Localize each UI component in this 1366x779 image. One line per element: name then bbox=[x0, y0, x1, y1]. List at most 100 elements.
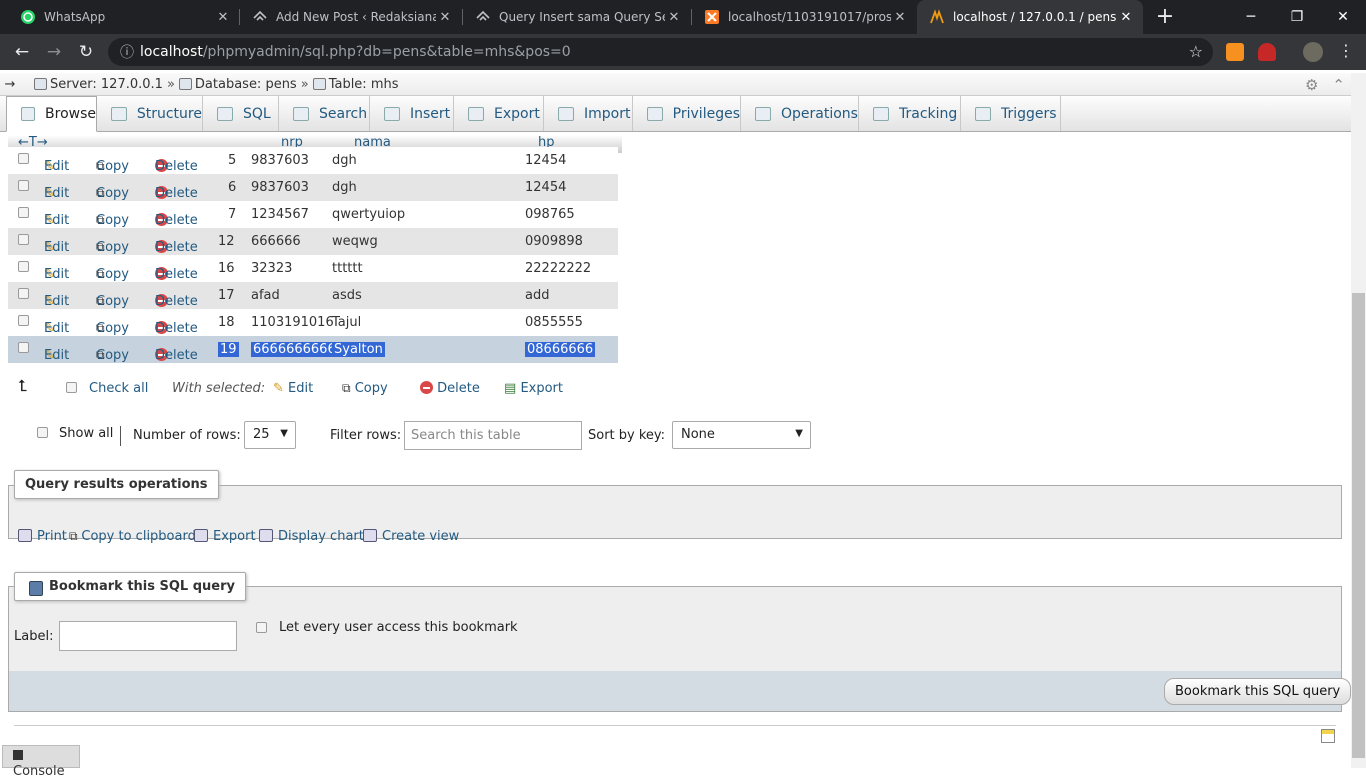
cell-nama[interactable]: dgh bbox=[332, 180, 357, 195]
cell-nrp[interactable]: 9837603 bbox=[251, 153, 309, 168]
address-bar[interactable]: ⓘ localhost/phpmyadmin/sql.php?db=pens&t… bbox=[108, 38, 1213, 66]
cell-nama[interactable]: asds bbox=[332, 288, 362, 303]
note-icon[interactable] bbox=[1321, 729, 1335, 743]
bulk-edit-button[interactable]: ✎ Edit bbox=[273, 381, 313, 396]
table-row[interactable]: ✎ Edit ⧉ Copy Delete 5 9837603 dgh 12454 bbox=[8, 147, 618, 174]
cell-id[interactable]: 7 bbox=[228, 207, 236, 222]
minimize-icon[interactable]: ─ bbox=[1228, 0, 1274, 34]
console-button[interactable]: Console bbox=[2, 745, 80, 779]
bulk-export-button[interactable]: ▤ Export bbox=[504, 381, 563, 396]
tab-whatsapp[interactable]: WhatsApp ✕ bbox=[8, 0, 240, 34]
tab-phpmyadmin[interactable]: localhost / 127.0.0.1 / pens / m ✕ bbox=[917, 0, 1143, 34]
cell-hp[interactable]: 12454 bbox=[525, 153, 566, 168]
bulk-delete-button[interactable]: Delete bbox=[420, 381, 480, 396]
cell-nama[interactable]: tttttt bbox=[332, 261, 363, 276]
row-checkbox[interactable] bbox=[18, 315, 29, 326]
tab-insert[interactable]: Insert bbox=[370, 96, 454, 131]
cell-id[interactable]: 12 bbox=[218, 234, 235, 249]
cell-hp[interactable]: 0909898 bbox=[525, 234, 583, 249]
cell-id[interactable]: 17 bbox=[218, 288, 235, 303]
breadcrumb-database[interactable]: Database: pens bbox=[195, 77, 297, 92]
scrollbar[interactable] bbox=[1351, 73, 1366, 768]
cell-nama[interactable]: weqwg bbox=[332, 234, 378, 249]
close-icon[interactable]: ✕ bbox=[214, 10, 232, 25]
every-user-label[interactable]: Let every user access this bookmark bbox=[279, 620, 518, 635]
cell-id[interactable]: 18 bbox=[218, 315, 235, 330]
row-checkbox[interactable] bbox=[18, 180, 29, 191]
row-checkbox[interactable] bbox=[18, 207, 29, 218]
info-icon[interactable]: ⓘ bbox=[114, 42, 140, 62]
collapse-arrow-icon[interactable]: → bbox=[0, 77, 20, 92]
back-icon[interactable]: ← bbox=[10, 40, 34, 64]
check-all-checkbox[interactable] bbox=[66, 382, 77, 393]
cell-nrp[interactable]: 32323 bbox=[251, 261, 292, 276]
cell-nrp[interactable]: 6666666666 bbox=[251, 342, 338, 357]
cell-id[interactable]: 19 bbox=[218, 342, 239, 357]
close-icon[interactable]: ✕ bbox=[891, 10, 909, 25]
cell-hp[interactable]: add bbox=[525, 288, 549, 303]
cell-hp[interactable]: 098765 bbox=[525, 207, 575, 222]
gear-icon[interactable]: ⚙ bbox=[1305, 76, 1318, 94]
cell-nama[interactable]: Syalton bbox=[332, 342, 385, 357]
tab-privileges[interactable]: Privileges bbox=[633, 96, 741, 131]
cell-nrp[interactable]: afad bbox=[251, 288, 280, 303]
table-row[interactable]: ✎ Edit ⧉ Copy Delete 12 666666 weqwg 0909898 bbox=[8, 228, 618, 255]
cell-nrp[interactable]: 1234567 bbox=[251, 207, 309, 222]
table-row[interactable]: ✎ Edit ⧉ Copy Delete 6 9837603 dgh 12454 bbox=[8, 174, 618, 201]
cell-nama[interactable]: Tajul bbox=[332, 315, 361, 330]
bookmark-label-input[interactable] bbox=[59, 621, 237, 651]
tab-structure[interactable]: Structure bbox=[97, 96, 203, 131]
breadcrumb-server[interactable]: Server: 127.0.0.1 bbox=[50, 77, 163, 92]
close-icon[interactable]: ✕ bbox=[436, 10, 454, 25]
row-checkbox[interactable] bbox=[18, 234, 29, 245]
cell-nrp[interactable]: 666666 bbox=[251, 234, 301, 249]
copy-clipboard-button[interactable]: ⧉ Copy to clipboard bbox=[69, 529, 196, 544]
cell-nama[interactable]: dgh bbox=[332, 153, 357, 168]
table-row[interactable]: ✎ Edit ⧉ Copy Delete 16 32323 tttttt 22222222 bbox=[8, 255, 618, 282]
extension-icon[interactable] bbox=[1226, 43, 1244, 61]
check-all-label[interactable]: Check all bbox=[89, 381, 148, 396]
row-checkbox[interactable] bbox=[18, 342, 29, 353]
close-window-icon[interactable]: ✕ bbox=[1320, 0, 1366, 34]
reload-icon[interactable]: ↻ bbox=[74, 40, 98, 64]
shield-extension-icon[interactable] bbox=[1258, 43, 1276, 61]
rows-select[interactable]: 25 ▼ bbox=[244, 421, 296, 449]
row-checkbox[interactable] bbox=[18, 288, 29, 299]
breadcrumb-table[interactable]: Table: mhs bbox=[329, 77, 399, 92]
table-row[interactable]: ✎ Edit ⧉ Copy Delete 17 afad asds add bbox=[8, 282, 618, 309]
row-checkbox[interactable] bbox=[18, 153, 29, 164]
sort-select[interactable]: None ▼ bbox=[672, 421, 811, 449]
cell-hp[interactable]: 22222222 bbox=[525, 261, 591, 276]
display-chart-button[interactable]: Display chart bbox=[259, 529, 364, 544]
tab-query-insert[interactable]: Query Insert sama Query Selec ✕ bbox=[463, 0, 691, 34]
avatar[interactable] bbox=[1303, 42, 1323, 62]
table-row[interactable]: ✎ Edit ⧉ Copy Delete 7 1234567 qwertyuiop 098… bbox=[8, 201, 618, 228]
tab-triggers[interactable]: Triggers bbox=[961, 96, 1061, 131]
tab-tracking[interactable]: Tracking bbox=[859, 96, 961, 131]
print-button[interactable]: Print bbox=[18, 529, 67, 544]
create-view-button[interactable]: Create view bbox=[363, 529, 459, 544]
tab-add-new-post[interactable]: Add New Post ‹ Redaksiana — ✕ bbox=[240, 0, 462, 34]
restore-icon[interactable]: ❐ bbox=[1274, 0, 1320, 34]
cell-nrp[interactable]: 9837603 bbox=[251, 180, 309, 195]
tab-import[interactable]: Import bbox=[544, 96, 633, 131]
cell-hp[interactable]: 08666666 bbox=[525, 342, 596, 357]
bulk-copy-button[interactable]: ⧉ Copy bbox=[342, 381, 388, 396]
show-all-label[interactable]: Show all bbox=[59, 426, 113, 441]
cell-nama[interactable]: qwertyuiop bbox=[332, 207, 405, 222]
row-checkbox[interactable] bbox=[18, 261, 29, 272]
bookmark-submit-button[interactable]: Bookmark this SQL query bbox=[1164, 678, 1352, 705]
menu-dots-icon[interactable]: ⋮ bbox=[1338, 41, 1354, 60]
cell-hp[interactable]: 12454 bbox=[525, 180, 566, 195]
tab-browse[interactable]: Browse bbox=[6, 96, 97, 132]
tab-export[interactable]: Export bbox=[454, 96, 544, 131]
tab-localhost-proses[interactable]: localhost/1103191017/proses.p ✕ bbox=[692, 0, 917, 34]
tab-sql[interactable]: SQL bbox=[203, 96, 279, 131]
forward-icon[interactable]: → bbox=[42, 40, 66, 64]
close-icon[interactable]: ✕ bbox=[1117, 10, 1135, 25]
collapse-icon[interactable]: ⌃ bbox=[1332, 76, 1345, 94]
bookmark-star-icon[interactable]: ☆ bbox=[1189, 42, 1203, 61]
cell-id[interactable]: 6 bbox=[228, 180, 236, 195]
cell-id[interactable]: 5 bbox=[228, 153, 236, 168]
tab-search[interactable]: Search bbox=[279, 96, 370, 131]
